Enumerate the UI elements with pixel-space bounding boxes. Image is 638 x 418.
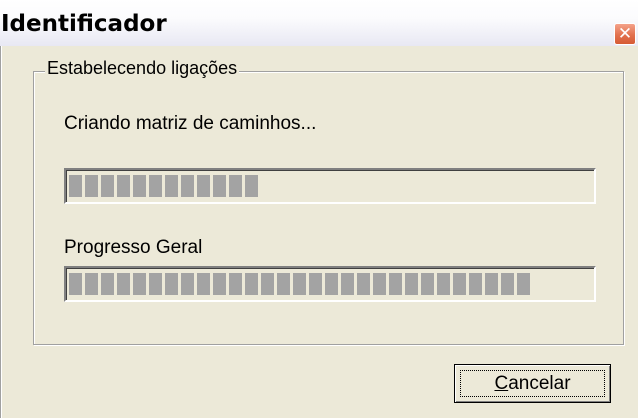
close-button[interactable]: ✕ [614, 23, 636, 45]
overall-progress-label: Progresso Geral [64, 237, 203, 258]
cancel-mnemonic: C [494, 372, 509, 394]
overall-progress-bar [64, 266, 596, 302]
dialog-window: Identificador ✕ Estabelecendo ligações C… [0, 0, 638, 418]
step-progress-bar [64, 168, 596, 204]
close-icon: ✕ [617, 23, 633, 44]
cancel-button[interactable]: Cancelar [454, 364, 611, 403]
window-left-border [0, 46, 2, 418]
window-title: Identificador [1, 11, 167, 37]
cancel-label-rest: ancelar [508, 372, 571, 394]
title-bar[interactable]: Identificador ✕ [0, 0, 638, 46]
status-text: Criando matriz de caminhos... [64, 113, 317, 134]
overall-progress-fill [69, 273, 530, 295]
step-progress-fill [69, 175, 258, 197]
cancel-button-label: Cancelar [494, 373, 570, 395]
group-box-title: Estabelecendo ligações [45, 58, 240, 79]
